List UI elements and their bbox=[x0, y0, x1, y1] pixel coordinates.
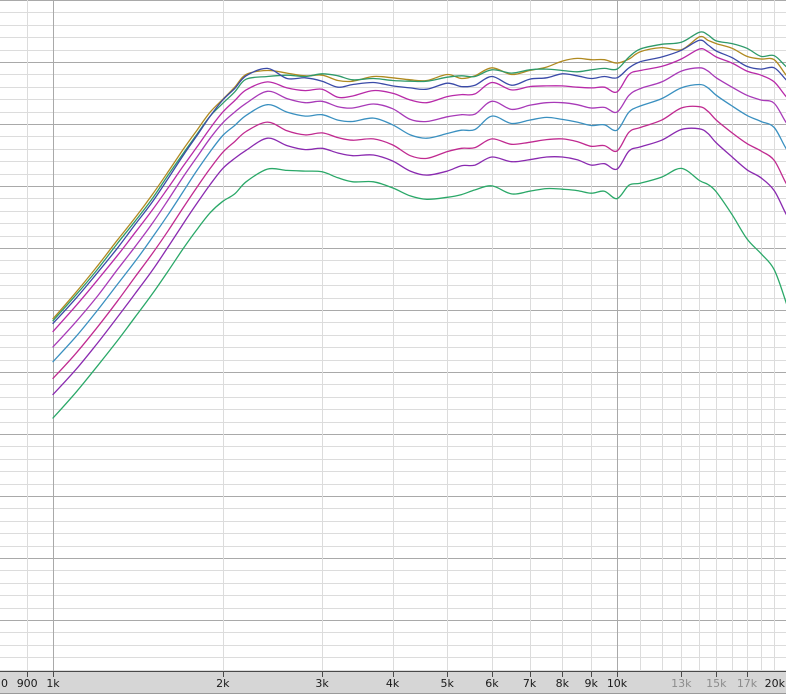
tick-label: 10k bbox=[607, 677, 628, 690]
frequency-axis: 0 900 1k 2k 3k 4k 5k 6k 7k 8k 9k 10k 13k 15k 17k 20k bbox=[0, 671, 786, 694]
tick-label: 4k bbox=[386, 677, 400, 690]
tick-label: 0 bbox=[1, 677, 8, 690]
tick-label: 6k bbox=[485, 677, 499, 690]
tick-label: 7k bbox=[523, 677, 537, 690]
tick-label: 8k bbox=[556, 677, 570, 690]
tick-label: 9k bbox=[585, 677, 599, 690]
tick-label: 1k bbox=[46, 677, 60, 690]
tick-label: 900 bbox=[17, 677, 38, 690]
tick-label: 13k bbox=[671, 677, 692, 690]
frequency-response-chart: 0 900 1k 2k 3k 4k 5k 6k 7k 8k 9k 10k 13k 15k 17k 20k bbox=[0, 0, 786, 694]
tick-label: 2k bbox=[216, 677, 230, 690]
tick-label: 15k bbox=[706, 677, 727, 690]
tick-label: 20k bbox=[765, 677, 786, 690]
tick-label: 3k bbox=[315, 677, 329, 690]
tick-label: 17k bbox=[737, 677, 758, 690]
tick-label: 5k bbox=[441, 677, 455, 690]
